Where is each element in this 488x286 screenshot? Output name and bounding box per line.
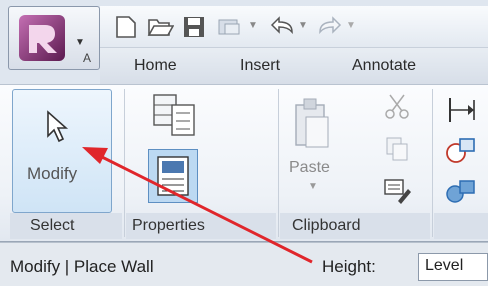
- context-label: Modify | Place Wall: [10, 257, 154, 276]
- chevron-down-icon: ▼: [75, 37, 85, 48]
- options-bar: Modify | Place Wall Height: Level: [0, 242, 488, 286]
- sync-icon[interactable]: [216, 14, 244, 40]
- properties-button[interactable]: [148, 149, 198, 203]
- application-menu-button[interactable]: ▼ A: [8, 6, 100, 70]
- chevron-down-icon[interactable]: ▼: [248, 20, 258, 31]
- properties-panel-title: Properties: [132, 217, 205, 234]
- chevron-down-icon[interactable]: ▼: [298, 20, 308, 31]
- tab-annotate[interactable]: Annotate: [352, 57, 416, 75]
- paste-label: Paste: [289, 159, 330, 176]
- modify-button[interactable]: Modify: [12, 89, 112, 213]
- mirror-icon[interactable]: [444, 177, 478, 207]
- match-type-icon[interactable]: [382, 175, 412, 205]
- redo-icon[interactable]: [316, 14, 344, 40]
- panel-divider: [124, 89, 125, 237]
- modify-label: Modify: [27, 164, 78, 183]
- quick-access-toolbar: ▼ ▼ ▼: [100, 6, 488, 48]
- cursor-arrow-icon: [47, 110, 69, 143]
- open-icon[interactable]: [146, 14, 174, 40]
- chevron-down-icon[interactable]: ▼: [346, 20, 356, 31]
- app-letter: A: [82, 51, 91, 65]
- new-icon[interactable]: [112, 14, 140, 40]
- modify-panel-titlebar: [434, 213, 488, 239]
- copy-icon[interactable]: [384, 135, 410, 163]
- clipboard-panel-title: Clipboard: [292, 217, 361, 234]
- ribbon-tabs: Home Insert Annotate: [100, 48, 488, 84]
- ribbon: Modify Select Properties Paste ▼ Clipboa…: [0, 84, 488, 242]
- paste-icon[interactable]: [292, 95, 332, 151]
- select-panel-title: Select: [30, 217, 75, 234]
- panel-divider: [432, 89, 433, 237]
- chevron-down-icon[interactable]: ▼: [308, 181, 318, 192]
- height-label: Height:: [322, 257, 376, 276]
- revit-logo-icon: [19, 15, 65, 61]
- height-dropdown[interactable]: Level: [418, 253, 488, 281]
- tab-insert[interactable]: Insert: [240, 57, 280, 75]
- type-properties-icon[interactable]: [150, 91, 200, 139]
- properties-palette-icon: [157, 156, 189, 196]
- undo-icon[interactable]: [268, 14, 296, 40]
- cut-icon[interactable]: [382, 91, 412, 121]
- offset-icon[interactable]: [444, 135, 478, 167]
- save-icon[interactable]: [180, 14, 208, 40]
- tab-home[interactable]: Home: [134, 57, 177, 75]
- panel-divider: [278, 89, 279, 237]
- align-icon[interactable]: [446, 95, 478, 125]
